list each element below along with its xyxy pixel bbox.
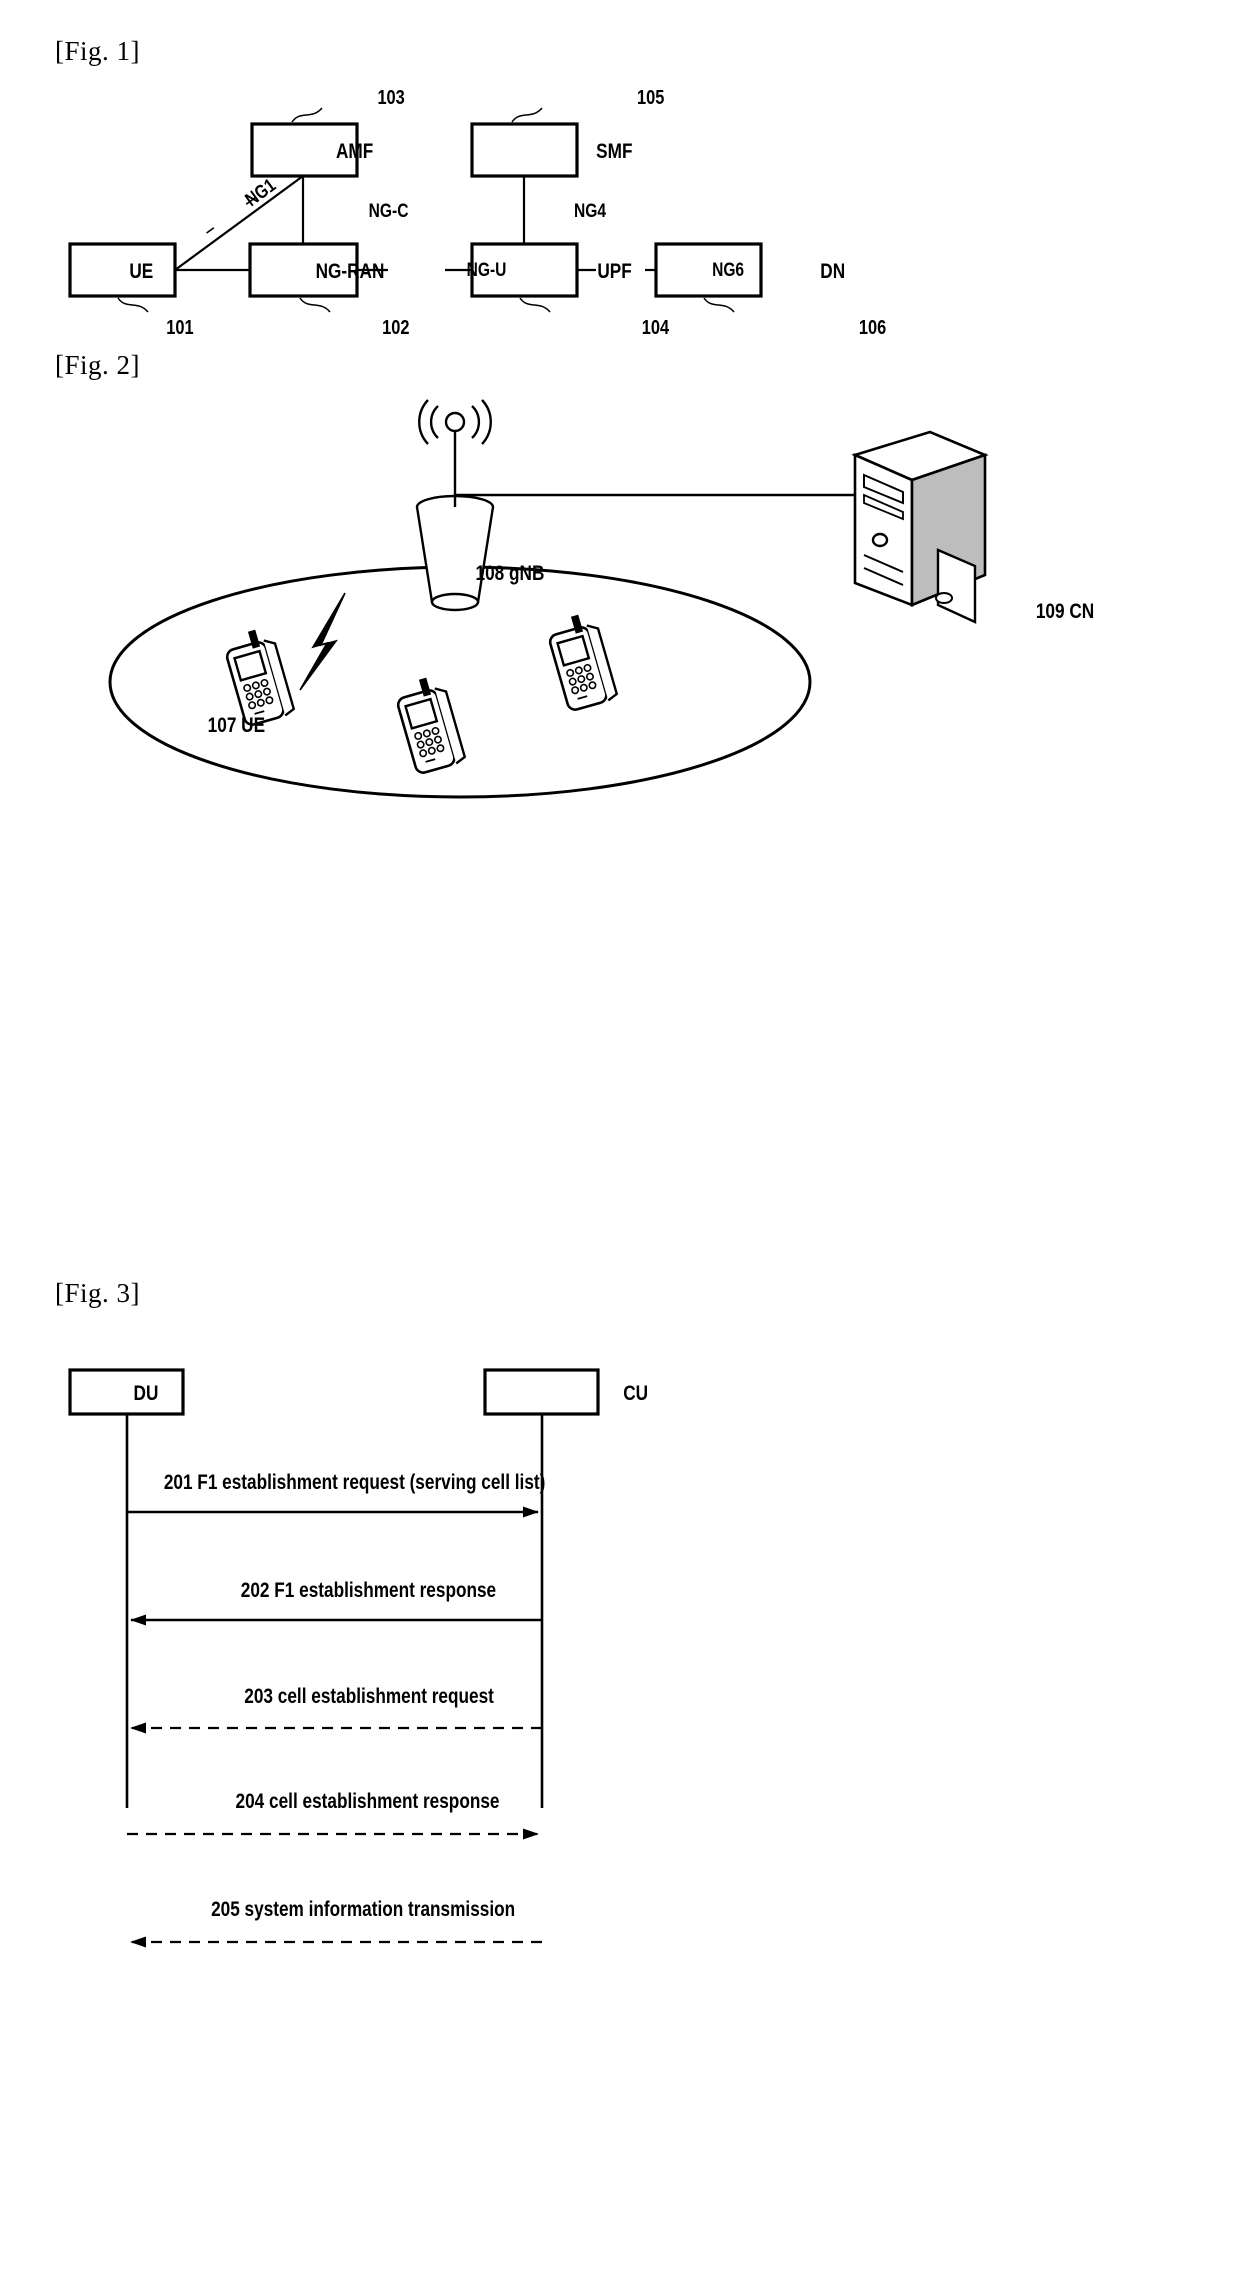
leader-105 xyxy=(511,107,543,123)
caption-109-cn: 109 CN xyxy=(1036,601,1094,624)
node-ng-ran-label: NG-RAN xyxy=(316,261,385,284)
message-204: 204 cell establishment response xyxy=(127,1791,539,1840)
node-smf-label: SMF xyxy=(596,141,633,164)
message-202: 202 F1 establishment response xyxy=(130,1580,542,1626)
interface-label-ng6: NG6 xyxy=(712,259,744,281)
message-201: 201 F1 establishment request (serving ce… xyxy=(127,1472,546,1518)
server-tower-icon xyxy=(851,430,989,624)
interface-label-ng-u: NG-U xyxy=(467,259,507,281)
leader-101 xyxy=(117,297,149,313)
node-ue-label: UE xyxy=(129,261,153,284)
leader-103 xyxy=(291,107,323,123)
figure-2-label: [Fig. 2] xyxy=(55,350,140,380)
message-202-label: 202 F1 establishment response xyxy=(241,1580,497,1603)
interface-label-ng1: NG1 xyxy=(241,174,280,211)
node-smf: SMF xyxy=(470,122,633,178)
message-201-label: 201 F1 establishment request (serving ce… xyxy=(164,1472,546,1495)
node-dn-label: DN xyxy=(820,261,845,284)
message-203-label: 203 cell establishment request xyxy=(244,1686,494,1709)
node-amf: AMF xyxy=(250,122,374,178)
interface-label-ng1-group: NG1 xyxy=(206,174,280,234)
message-205: 205 system information transmission xyxy=(130,1899,542,1948)
lifeline-head-cu: CU xyxy=(483,1368,648,1416)
interface-label-ng-c: NG-C xyxy=(369,200,409,222)
node-ue: UE xyxy=(68,242,177,298)
message-204-label: 204 cell establishment response xyxy=(236,1791,500,1814)
caption-108-gnb: 108 gNB xyxy=(476,563,545,586)
leader-106 xyxy=(703,297,735,313)
lifeline-head-du: DU xyxy=(68,1368,185,1416)
lifeline-label-du: DU xyxy=(134,1383,159,1406)
figure-1-drawing: AMF SMF UE NG-RAN UPF DN NG-C NG4 NG-U N… xyxy=(68,85,886,338)
lifeline-label-cu: CU xyxy=(623,1383,648,1406)
message-203: 203 cell establishment request xyxy=(130,1686,542,1734)
ref-number-104: 104 xyxy=(642,315,670,338)
interface-label-ng4: NG4 xyxy=(574,200,606,222)
figure-3-drawing: DU CU 201 F1 establishment request (serv… xyxy=(68,1368,648,1948)
ref-number-103: 103 xyxy=(377,85,404,108)
message-205-label: 205 system information transmission xyxy=(211,1899,515,1922)
ref-number-105: 105 xyxy=(637,85,664,108)
ref-number-106: 106 xyxy=(859,315,886,338)
node-dn: DN xyxy=(654,242,845,298)
ref-number-102: 102 xyxy=(382,315,409,338)
caption-107-ue: 107 UE xyxy=(208,715,266,738)
leader-102 xyxy=(299,297,331,313)
figure-2-drawing: 108 gNB 109 CN 107 UE xyxy=(108,399,1094,799)
node-upf-label: UPF xyxy=(597,261,632,284)
node-amf-label: AMF xyxy=(336,141,374,164)
patent-drawing-sheet: [Fig. 1] AMF SMF UE NG-RAN UPF DN NG-C N… xyxy=(0,0,1240,2296)
ref-number-101: 101 xyxy=(166,315,193,338)
leader-104 xyxy=(519,297,551,313)
